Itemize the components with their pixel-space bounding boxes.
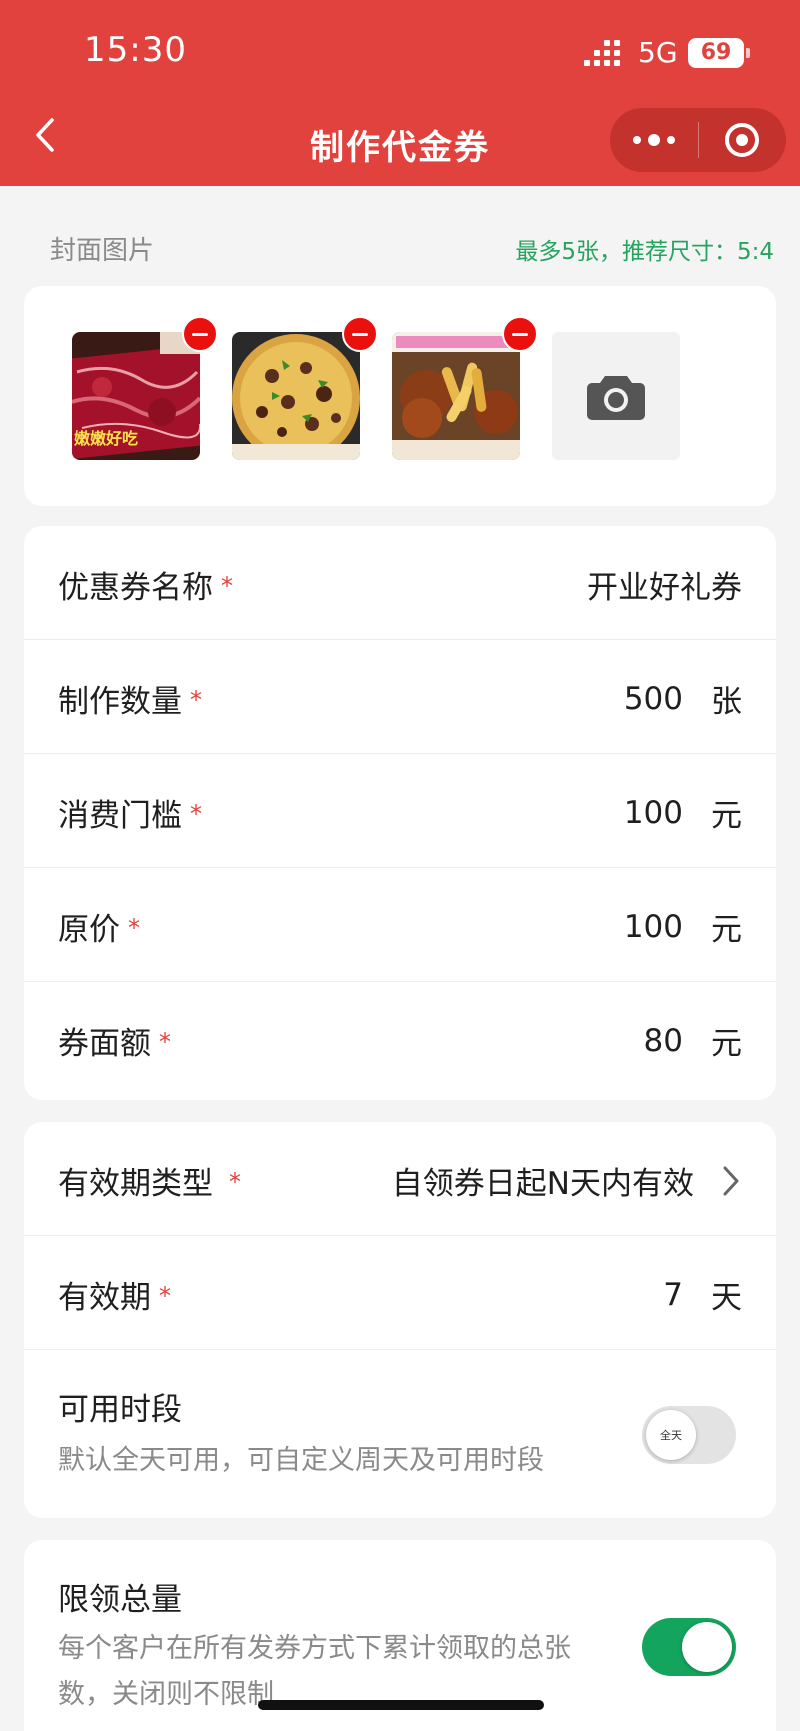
camera-icon [587,376,645,420]
cover-image-2[interactable] [232,316,378,460]
meat-photo: 嫩嫩好吃 [72,332,200,460]
cover-image-1[interactable]: 嫩嫩好吃 [72,316,218,460]
battery-indicator: 69 [688,38,750,68]
quantity-input[interactable]: 500 [624,681,683,717]
validity-period-input[interactable]: 7 [663,1277,683,1313]
toggle-knob [682,1622,732,1672]
remove-image-button[interactable] [182,316,218,352]
required-mark: * [128,914,140,942]
field-description: 默认全天可用，可自定义周天及可用时段 [58,1445,544,1476]
field-label: 可用时段 [58,1392,182,1428]
chevron-right-icon [723,1166,739,1195]
validity-card: 有效期类型 * 自领券日起N天内有效 有效期 * 7天 可用时段 默认全天可用，可自… [24,1122,776,1518]
more-menu-button[interactable] [610,108,698,172]
cover-hint: 最多5张，推荐尺寸：5:4 [515,239,774,265]
field-label: 限领总量 [58,1582,182,1618]
field-label: 优惠券名称 [58,570,213,606]
unit-label: 元 [711,1026,742,1062]
field-label: 有效期 [58,1280,151,1316]
field-original-price[interactable]: 原价 * 100 元 [24,868,776,982]
target-icon [725,123,760,157]
unit-label: 元 [711,912,742,948]
field-validity-period[interactable]: 有效期 * 7天 [24,1236,776,1350]
cover-images-card: 嫩嫩好吃 [24,286,776,506]
required-mark: * [190,686,202,714]
required-mark: * [190,800,202,828]
remove-image-button[interactable] [502,316,538,352]
coupon-info-card: 优惠券名称 * 开业好礼券 制作数量 * 500 张 消费门槛 * 100 元 原价 * 1… [24,526,776,1100]
unit-label: 天 [711,1280,742,1316]
status-time: 15:30 [84,30,187,70]
field-quantity[interactable]: 制作数量 * 500 张 [24,640,776,754]
limit-total-toggle[interactable] [642,1618,736,1676]
close-miniapp-button[interactable] [699,108,787,172]
field-label: 券面额 [58,1026,151,1062]
field-label: 原价 [58,912,120,948]
minus-icon [352,332,368,336]
field-description-line1: 每个客户在所有发券方式下累计领取的总张 [58,1633,571,1664]
required-mark: * [159,1282,171,1310]
face-value-input[interactable]: 80 [644,1023,683,1059]
minus-icon [512,332,528,336]
field-label: 制作数量 [58,684,182,720]
remove-image-button[interactable] [342,316,378,352]
signal-icon [584,40,620,66]
nav-header: 15:30 5G 69 制作代金券 [0,0,800,186]
field-description-line2: 数，关闭则不限制 [58,1679,274,1710]
field-validity-type[interactable]: 有效期类型 * 自领券日起N天内有效 [24,1122,776,1236]
available-time-toggle[interactable]: 全天 [642,1406,736,1464]
coupon-name-input[interactable]: 开业好礼券 [587,562,742,607]
required-mark: * [159,1028,171,1056]
toggle-knob: 全天 [646,1410,696,1460]
threshold-input[interactable]: 100 [624,795,683,831]
field-face-value[interactable]: 券面额 * 80 元 [24,982,776,1096]
unit-label: 元 [711,798,742,834]
miniapp-capsule [610,108,786,172]
field-label: 消费门槛 [58,798,182,834]
network-type: 5G [638,36,678,69]
home-indicator [258,1700,544,1710]
pizza-photo [232,332,360,460]
field-label: 有效期类型 [58,1166,213,1202]
chicken-fries-photo [392,332,520,460]
add-image-button[interactable] [552,332,680,460]
cover-image-1-caption: 嫩嫩好吃 [74,429,138,448]
cover-label: 封面图片 [50,236,155,266]
cover-image-3[interactable] [392,316,538,460]
unit-label: 张 [711,684,742,720]
original-price-input[interactable]: 100 [624,909,683,945]
required-mark: * [229,1168,241,1196]
field-threshold[interactable]: 消费门槛 * 100 元 [24,754,776,868]
field-available-time: 可用时段 默认全天可用，可自定义周天及可用时段 全天 [24,1350,776,1518]
field-coupon-name[interactable]: 优惠券名称 * 开业好礼券 [24,526,776,640]
required-mark: * [221,572,233,600]
minus-icon [192,332,208,336]
validity-type-select[interactable]: 自领券日起N天内有效 [392,1158,694,1203]
